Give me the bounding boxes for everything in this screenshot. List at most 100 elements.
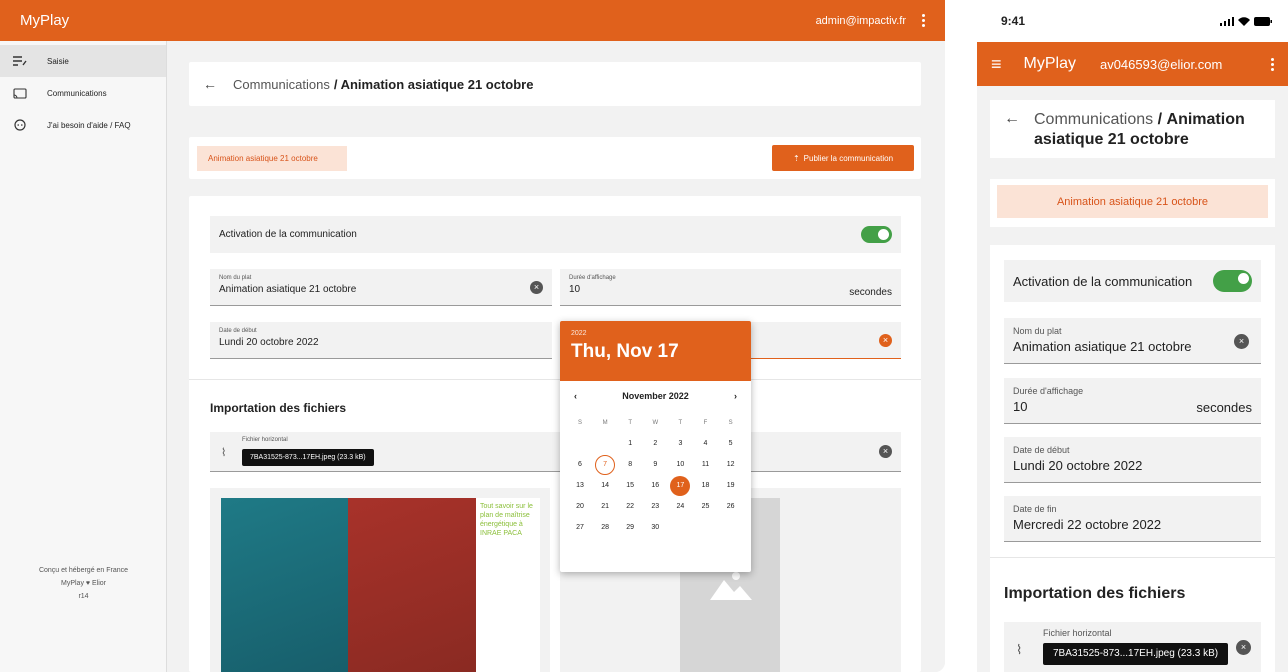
calendar-day[interactable]: 16 — [643, 477, 667, 495]
calendar-day[interactable]: 5 — [719, 435, 743, 453]
horizontal-preview: Tout savoir sur le plan de maîtrise éner… — [210, 488, 550, 672]
weekday-label: S — [728, 420, 733, 426]
calendar-day[interactable]: 3 — [668, 435, 692, 453]
calendar-day[interactable]: 29 — [618, 519, 642, 537]
calendar-day[interactable]: 13 — [568, 477, 592, 495]
date-picker-header: 2022 Thu, Nov 17 — [560, 321, 751, 381]
back-arrow-icon[interactable]: ← — [203, 76, 217, 92]
user-email[interactable]: admin@impactiv.fr — [816, 15, 906, 27]
breadcrumb-parent[interactable]: Communications — [233, 77, 330, 92]
dish-name-field[interactable]: Nom du plat Animation asiatique 21 octob… — [210, 269, 552, 306]
divider — [189, 379, 921, 380]
mobile-dish-field[interactable]: Nom du plat Animation asiatique 21 octob… — [1004, 318, 1261, 364]
calendar-day[interactable]: 30 — [643, 519, 667, 537]
mobile-breadcrumb-parent[interactable]: Communications — [1034, 111, 1153, 128]
weekday-label: T — [678, 420, 683, 426]
chevron-right-icon[interactable]: › — [734, 391, 737, 401]
calendar-day[interactable]: 24 — [668, 498, 692, 516]
picker-year[interactable]: 2022 — [571, 330, 740, 337]
sidebar-footer: Conçu et hébergé en France MyPlay ♥ Elio… — [0, 564, 167, 603]
weekday-label: S — [577, 420, 582, 426]
files-section-title: Importation des fichiers — [210, 401, 347, 415]
breadcrumb: ← Communications / Animation asiatique 2… — [189, 62, 921, 106]
mobile-user-email[interactable]: av046593@elior.com — [1100, 57, 1222, 72]
mobile-duration-field[interactable]: Durée d'affichage 10 secondes — [1004, 378, 1261, 424]
activation-row: Activation de la communication — [210, 216, 901, 253]
mobile-tag-card: Animation asiatique 21 octobre — [990, 179, 1275, 227]
status-time: 9:41 — [1001, 14, 1026, 28]
sidebar-item-label: Communications — [47, 88, 107, 98]
mobile-end-value: Mercredi 22 octobre 2022 — [1013, 517, 1162, 532]
publish-icon: ⇡ — [792, 153, 800, 163]
calendar-day[interactable]: 8 — [618, 456, 642, 474]
footer-line: MyPlay ♥ Elior — [61, 580, 106, 587]
paperclip-icon: ⌇ — [221, 447, 227, 459]
mobile-file-chip: 7BA31525-873...17EH.jpeg (23.3 kB) — [1043, 643, 1229, 665]
publish-bar: Animation asiatique 21 octobre ⇡ Publier… — [189, 137, 921, 179]
mountain-image-icon — [710, 572, 752, 600]
calendar-day[interactable]: 10 — [668, 456, 692, 474]
clear-icon[interactable]: × — [530, 281, 543, 294]
mobile-view: 9:41 ≡ MyPlay av046593@elior.com ← Commu… — [977, 0, 1288, 672]
more-menu-icon[interactable] — [1271, 57, 1274, 71]
activation-toggle[interactable] — [861, 226, 892, 243]
sidebar-item-faq[interactable]: J'ai besoin d'aide / FAQ — [0, 109, 166, 141]
calendar-day[interactable]: 4 — [694, 435, 718, 453]
calendar-day[interactable]: 2 — [643, 435, 667, 453]
signal-icon — [1220, 16, 1234, 26]
publish-button-label: Publier la communication — [803, 153, 894, 163]
calendar-day[interactable]: 18 — [694, 477, 718, 495]
calendar-day[interactable]: 19 — [719, 477, 743, 495]
calendar-day[interactable]: 9 — [643, 456, 667, 474]
chevron-left-icon[interactable]: ‹ — [574, 391, 577, 401]
calendar-day[interactable]: 26 — [719, 498, 743, 516]
mobile-start-date-field[interactable]: Date de début Lundi 20 octobre 2022 — [1004, 437, 1261, 483]
horizontal-file-field[interactable]: ⌇ Fichier horizontal 7BA31525-873...17EH… — [210, 432, 901, 472]
calendar-day[interactable]: 6 — [568, 456, 592, 474]
start-date-value: Lundi 20 octobre 2022 — [219, 337, 319, 348]
calendar-day[interactable]: 12 — [719, 456, 743, 474]
mobile-activation-toggle[interactable] — [1213, 270, 1252, 292]
mobile-body: ← Communications / Animation asiatique 2… — [977, 86, 1288, 672]
calendar-day[interactable]: 27 — [568, 519, 592, 537]
duration-value: 10 — [569, 284, 581, 295]
calendar-day[interactable]: 14 — [593, 477, 617, 495]
weekday-label: M — [602, 420, 608, 426]
back-arrow-icon[interactable]: ← — [1004, 110, 1020, 148]
sidebar-item-saisie[interactable]: Saisie — [0, 45, 166, 77]
cast-icon — [11, 86, 29, 100]
clear-icon[interactable]: × — [1236, 640, 1251, 655]
calendar-day[interactable]: 22 — [618, 498, 642, 516]
calendar-day[interactable]: 20 — [568, 498, 592, 516]
calendar-day[interactable]: 1 — [618, 435, 642, 453]
calendar-day[interactable]: 15 — [618, 477, 642, 495]
calendar-day[interactable]: 11 — [694, 456, 718, 474]
breadcrumb-separator: / — [333, 76, 338, 92]
clear-icon[interactable]: × — [879, 334, 892, 347]
calendar-day[interactable]: 21 — [593, 498, 617, 516]
duration-field[interactable]: Durée d'affichage 10 secondes — [560, 269, 901, 306]
calendar-day[interactable]: 7 — [593, 455, 617, 475]
clear-icon[interactable]: × — [879, 445, 892, 458]
publish-button[interactable]: ⇡ Publier la communication — [772, 145, 914, 171]
mobile-end-date-field[interactable]: Date de fin Mercredi 22 octobre 2022 — [1004, 496, 1261, 542]
date-picker: 2022 Thu, Nov 17 ‹ November 2022 › SMTWT… — [560, 321, 751, 572]
sidebar-item-communications[interactable]: Communications — [0, 77, 166, 109]
mobile-app-bar: ≡ MyPlay av046593@elior.com — [977, 42, 1288, 86]
clear-icon[interactable]: × — [1234, 334, 1249, 349]
more-menu-icon[interactable] — [922, 14, 925, 27]
main-content: ← Communications / Animation asiatique 2… — [167, 41, 945, 672]
start-date-field[interactable]: Date de début Lundi 20 octobre 2022 — [210, 322, 552, 359]
mobile-file-label: Fichier horizontal — [1043, 628, 1112, 638]
hamburger-menu-icon[interactable]: ≡ — [991, 54, 1002, 75]
calendar-day[interactable]: 23 — [643, 498, 667, 516]
calendar-day[interactable]: 17 — [668, 476, 692, 496]
calendar-day[interactable]: 25 — [694, 498, 718, 516]
breadcrumb-current-label: Animation asiatique 21 octobre — [340, 76, 534, 92]
calendar-day[interactable]: 28 — [593, 519, 617, 537]
top-app-bar: MyPlay admin@impactiv.fr — [0, 0, 945, 41]
weekday-label: T — [628, 420, 633, 426]
mobile-file-field[interactable]: ⌇ Fichier horizontal 7BA31525-873...17EH… — [1004, 622, 1261, 672]
picker-date: Thu, Nov 17 — [571, 341, 679, 362]
weekday-label: F — [703, 420, 708, 426]
